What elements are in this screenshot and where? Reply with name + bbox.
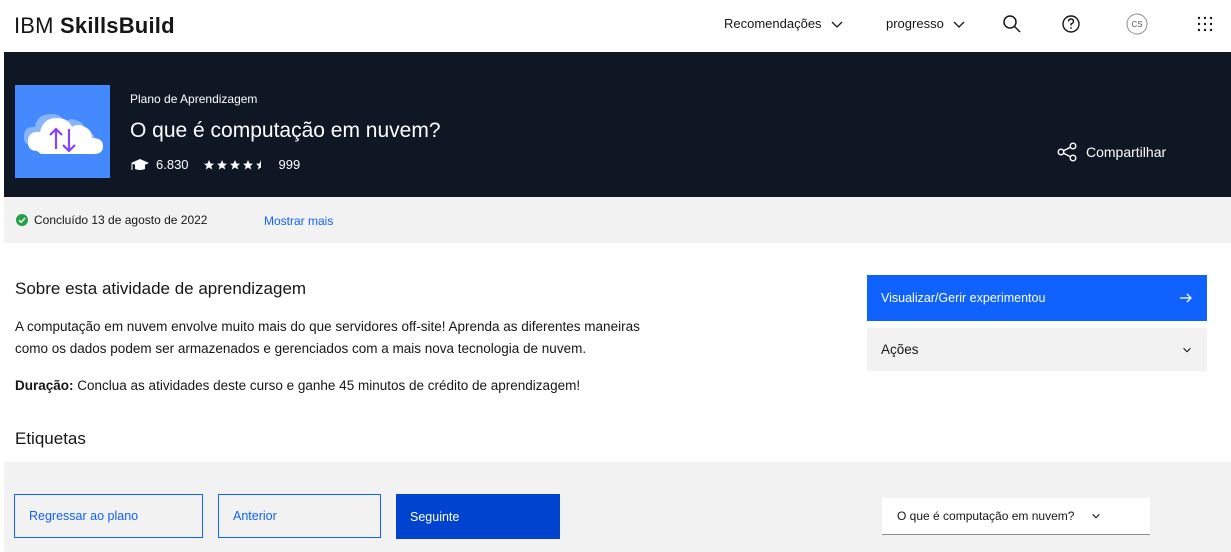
previous-label: Anterior [233, 509, 277, 523]
about-description: A computação em nuvem envolve muito mais… [15, 316, 735, 360]
brand-logo[interactable]: IBM SkillsBuild [14, 13, 175, 39]
arrow-right-icon [1180, 293, 1192, 303]
course-stats: 6.830 999 [130, 157, 300, 172]
view-manage-button[interactable]: Visualizar/Gerir experimentou [867, 275, 1207, 321]
top-navbar: IBM SkillsBuild Recomendações progresso … [0, 0, 1231, 52]
duration-label: Duração: [15, 378, 74, 393]
nav-progress-label: progresso [886, 16, 944, 31]
course-hero: Plano de Aprendizagem O que é computação… [4, 52, 1231, 197]
chevron-down-icon [1092, 513, 1101, 519]
share-label: Compartilhar [1086, 144, 1167, 160]
actions-label: Ações [881, 342, 919, 357]
search-icon[interactable] [1000, 12, 1024, 36]
activity-select-value: O que é computação em nuvem? [897, 509, 1075, 523]
back-to-plan-label: Regressar ao plano [29, 509, 139, 523]
nav-recommendations-label: Recomendações [724, 16, 822, 31]
star-icon [242, 159, 253, 169]
completion-status-bar: Concluído 13 de agosto de 2022 Mostrar m… [4, 197, 1231, 243]
user-avatar[interactable]: CS [1125, 12, 1149, 36]
next-label: Seguinte [410, 509, 460, 524]
learner-count: 6.830 [156, 157, 189, 172]
completion-status: Concluído 13 de agosto de 2022 [16, 213, 207, 227]
share-icon [1057, 142, 1077, 162]
help-icon[interactable] [1059, 12, 1083, 36]
chevron-down-icon [953, 21, 965, 28]
course-thumbnail [15, 85, 110, 178]
tags-heading: Etiquetas [15, 429, 86, 448]
star-icon [229, 159, 240, 169]
nav-recommendations-dropdown[interactable]: Recomendações [724, 16, 844, 31]
next-button[interactable]: Seguinte [396, 494, 560, 539]
previous-button[interactable]: Anterior [218, 494, 381, 538]
actions-dropdown[interactable]: Ações [867, 328, 1207, 371]
course-kicker: Plano de Aprendizagem [130, 92, 258, 106]
cloud-sync-icon [15, 85, 110, 178]
view-manage-label: Visualizar/Gerir experimentou [881, 291, 1046, 305]
avatar-initials: CS [1131, 19, 1143, 29]
star-icon [216, 159, 227, 169]
duration-text: Duração: Conclua as atividades deste cur… [15, 378, 580, 393]
chevron-down-icon [1183, 347, 1191, 353]
check-circle-icon [16, 214, 28, 226]
brand-prefix: IBM [14, 13, 54, 38]
activity-select[interactable]: O que é computação em nuvem? [882, 498, 1150, 535]
course-title: O que é computação em nuvem? [130, 119, 441, 142]
rating-count: 999 [278, 157, 301, 172]
about-description-line: como os dados podem ser armazenados e ge… [15, 341, 587, 356]
share-button[interactable]: Compartilhar [1056, 141, 1166, 163]
nav-progress-dropdown[interactable]: progresso [886, 16, 966, 31]
about-description-line: A computação em nuvem envolve muito mais… [15, 319, 640, 334]
graduation-cap-icon [131, 158, 149, 170]
brand-name: SkillsBuild [60, 13, 175, 38]
back-to-plan-button[interactable]: Regressar ao plano [14, 494, 203, 538]
show-more-link[interactable]: Mostrar mais [264, 214, 333, 228]
chevron-down-icon [831, 21, 843, 28]
app-switcher-icon[interactable] [1193, 12, 1217, 36]
star-rating [203, 159, 267, 171]
duration-value: Conclua as atividades deste curso e ganh… [73, 378, 581, 393]
completion-date: Concluído 13 de agosto de 2022 [34, 213, 208, 227]
star-icon [203, 159, 214, 169]
about-heading: Sobre esta atividade de aprendizagem [15, 279, 307, 298]
half-star-icon [255, 159, 261, 169]
